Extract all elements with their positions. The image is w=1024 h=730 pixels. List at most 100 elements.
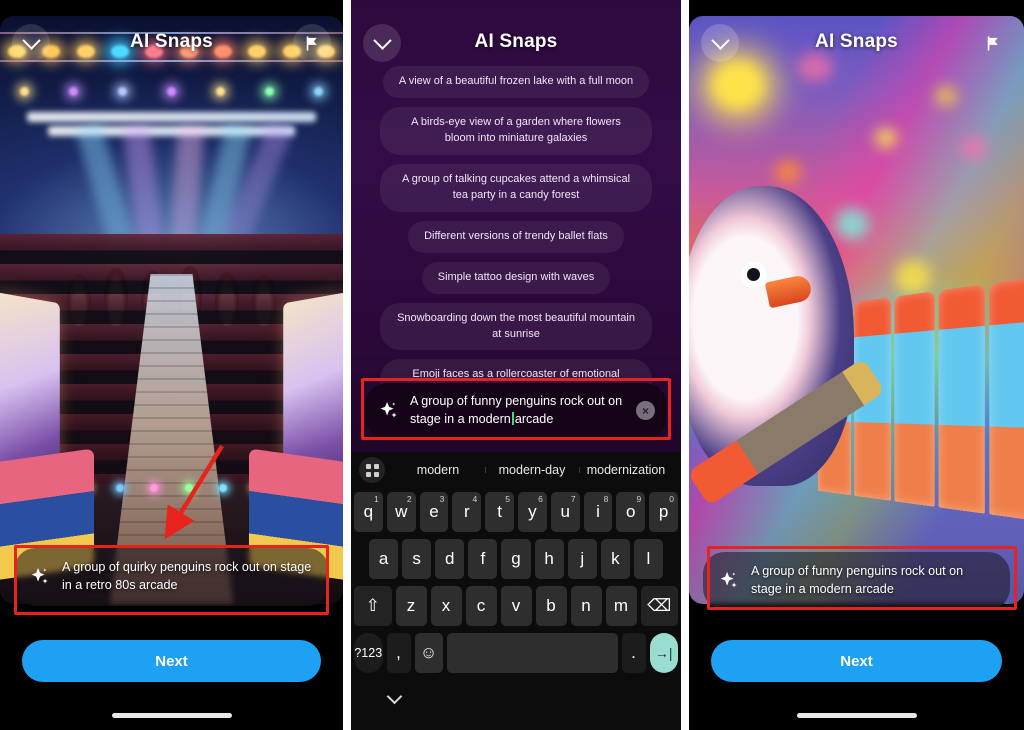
key-m[interactable]: m [605, 586, 637, 626]
key-i[interactable]: 8i [583, 492, 613, 532]
key-a[interactable]: a [369, 539, 399, 579]
key-y[interactable]: 6y [518, 492, 547, 532]
next-button[interactable]: Next [22, 640, 321, 682]
phone-screen-editing: AI Snaps A view of a beautiful frozen la… [351, 0, 681, 730]
keyboard-row-1: 1q 2w 3e 4r 5t 6y 7u 8i 9o 0p [354, 492, 678, 532]
generated-image-stage [0, 16, 343, 604]
key-l[interactable]: l [633, 539, 663, 579]
comma-key[interactable]: , [386, 633, 411, 673]
suggestion-chip[interactable]: A birds-eye view of a garden where flowe… [380, 106, 652, 155]
back-button[interactable] [363, 24, 401, 62]
suggestion-chip[interactable]: Simple tattoo design with waves [421, 261, 611, 294]
keyboard-row-2: a s d f g h j k l [354, 539, 678, 579]
shift-key[interactable]: ⇧ [354, 586, 392, 626]
prompt-input[interactable]: A group of funny penguins rock out on st… [365, 383, 667, 439]
home-indicator [111, 713, 232, 718]
next-button[interactable]: Next [711, 640, 1002, 682]
chevron-down-icon [710, 30, 730, 50]
key-b[interactable]: b [535, 586, 567, 626]
key-e[interactable]: 3e [419, 492, 449, 532]
prompt-text: A group of quirky penguins rock out on s… [62, 560, 312, 592]
prompt-text: A group of funny penguins rock out on st… [751, 564, 964, 596]
prediction-option[interactable]: modern-day [485, 463, 579, 477]
key-z[interactable]: z [395, 586, 427, 626]
key-label: r [463, 502, 470, 521]
emoji-key[interactable]: ☺ [414, 633, 443, 673]
key-number: 5 [505, 494, 510, 504]
key-j[interactable]: j [567, 539, 597, 579]
key-u[interactable]: 7u [550, 492, 580, 532]
keyboard-row-3: ⇧ z x c v b n m ⌫ [354, 586, 678, 626]
key-p[interactable]: 0p [649, 492, 678, 532]
suggestion-chip-list: A view of a beautiful frozen lake with a… [363, 66, 669, 408]
flag-icon [987, 35, 998, 51]
key-r[interactable]: 4r [452, 492, 482, 532]
key-number: 3 [439, 494, 445, 504]
backspace-key[interactable]: ⌫ [640, 586, 678, 626]
prompt-display[interactable]: A group of quirky penguins rock out on s… [14, 548, 329, 606]
virtual-keyboard: 1q 2w 3e 4r 5t 6y 7u 8i 9o 0p a s d f g … [351, 488, 681, 730]
key-number: 9 [636, 494, 642, 504]
art-scene [689, 16, 1024, 604]
key-g[interactable]: g [501, 539, 531, 579]
prediction-option[interactable]: modern [391, 463, 485, 477]
key-label: q [363, 502, 374, 521]
key-w[interactable]: 2w [386, 492, 416, 532]
key-number: 4 [472, 494, 478, 504]
key-number: 8 [603, 494, 609, 504]
clear-input-button[interactable]: × [636, 401, 655, 421]
key-h[interactable]: h [534, 539, 564, 579]
period-key[interactable]: . [621, 633, 646, 673]
stage-scene [0, 16, 343, 604]
key-k[interactable]: k [600, 539, 630, 579]
key-o[interactable]: 9o [616, 492, 646, 532]
key-label: o [626, 502, 636, 521]
key-number: 0 [669, 494, 674, 504]
suggestion-chip[interactable]: Different versions of trendy ballet flat… [408, 220, 624, 253]
key-s[interactable]: s [402, 539, 432, 579]
prediction-option[interactable]: modernization [579, 463, 673, 477]
input-text-after-caret: arcade [514, 411, 554, 426]
back-button[interactable] [12, 24, 50, 62]
page-title: AI Snaps [130, 31, 213, 52]
suggestion-chip[interactable]: Snowboarding down the most beautiful mou… [380, 302, 652, 351]
chevron-down-icon [21, 30, 41, 50]
key-label: w [395, 502, 408, 521]
key-label: t [497, 502, 502, 521]
report-button[interactable] [974, 24, 1012, 62]
key-c[interactable]: c [465, 586, 497, 626]
chevron-down-icon [372, 30, 392, 50]
key-label: p [658, 502, 669, 521]
back-button[interactable] [701, 24, 739, 62]
space-key[interactable] [446, 633, 618, 673]
screenshot-triptych: AI Snaps A group of quirky penguins rock… [0, 0, 1024, 730]
symbols-key[interactable]: ?123 [354, 633, 383, 673]
report-button[interactable] [293, 24, 331, 62]
suggestion-chip[interactable]: A group of talking cupcakes attend a whi… [380, 163, 652, 212]
keyboard-row-4: ?123 , ☺ . →| [354, 633, 678, 673]
page-title: AI Snaps [474, 31, 558, 52]
key-number: 1 [374, 494, 379, 504]
enter-key[interactable]: →| [649, 633, 678, 673]
key-v[interactable]: v [500, 586, 532, 626]
generated-image-arcade [689, 16, 1024, 604]
key-n[interactable]: n [570, 586, 602, 626]
key-x[interactable]: x [430, 586, 462, 626]
key-d[interactable]: d [435, 539, 465, 579]
sparkle-icon [720, 571, 737, 588]
phone-screen-before: AI Snaps A group of quirky penguins rock… [0, 0, 343, 730]
key-q[interactable]: 1q [354, 492, 383, 532]
phone-screen-after: AI Snaps A group of funny penguins rock … [689, 0, 1024, 730]
key-f[interactable]: f [468, 539, 498, 579]
key-t[interactable]: 5t [485, 492, 514, 532]
panel3-header: AI Snaps [689, 0, 1024, 84]
flag-icon [306, 35, 317, 51]
prompt-display[interactable]: A group of funny penguins rock out on st… [703, 552, 1010, 610]
page-title: AI Snaps [815, 31, 898, 52]
home-indicator [796, 713, 917, 718]
grid-icon[interactable] [359, 457, 385, 483]
key-label: e [429, 502, 439, 521]
keyboard-prediction-bar: modern modern-day modernization [351, 452, 681, 488]
sparkle-icon [31, 567, 48, 584]
key-label: y [528, 502, 537, 521]
